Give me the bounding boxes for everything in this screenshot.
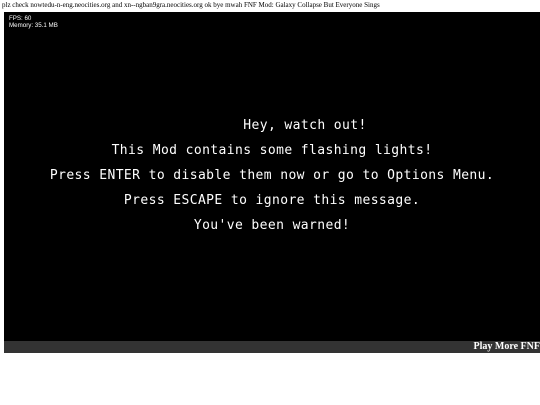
warning-line-enter: Press ENTER to disable them now or go to… bbox=[49, 168, 495, 183]
game-canvas[interactable]: FPS: 60 Memory: 35.1 MB Hey, watch out! … bbox=[4, 12, 540, 341]
page: plz check nowtedu-n-eng.neocities.org an… bbox=[0, 0, 540, 405]
warning-line-heading: Hey, watch out! bbox=[243, 118, 367, 133]
flashing-lights-warning: Hey, watch out! This Mod contains some f… bbox=[4, 113, 540, 238]
debug-overlay: FPS: 60 Memory: 35.1 MB bbox=[9, 15, 58, 29]
footer-bar: Play More FNF bbox=[4, 341, 540, 353]
page-header-text: plz check nowtedu-n-eng.neocities.org an… bbox=[2, 1, 380, 9]
warning-line-escape: Press ESCAPE to ignore this message. bbox=[123, 193, 421, 208]
warning-line-warned: You've been warned! bbox=[193, 218, 351, 233]
fps-counter: FPS: 60 bbox=[9, 15, 32, 22]
play-more-fnf-link[interactable]: Play More FNF bbox=[474, 341, 540, 353]
memory-counter: Memory: 35.1 MB bbox=[9, 22, 58, 29]
warning-line-flashing: This Mod contains some flashing lights! bbox=[111, 143, 433, 158]
